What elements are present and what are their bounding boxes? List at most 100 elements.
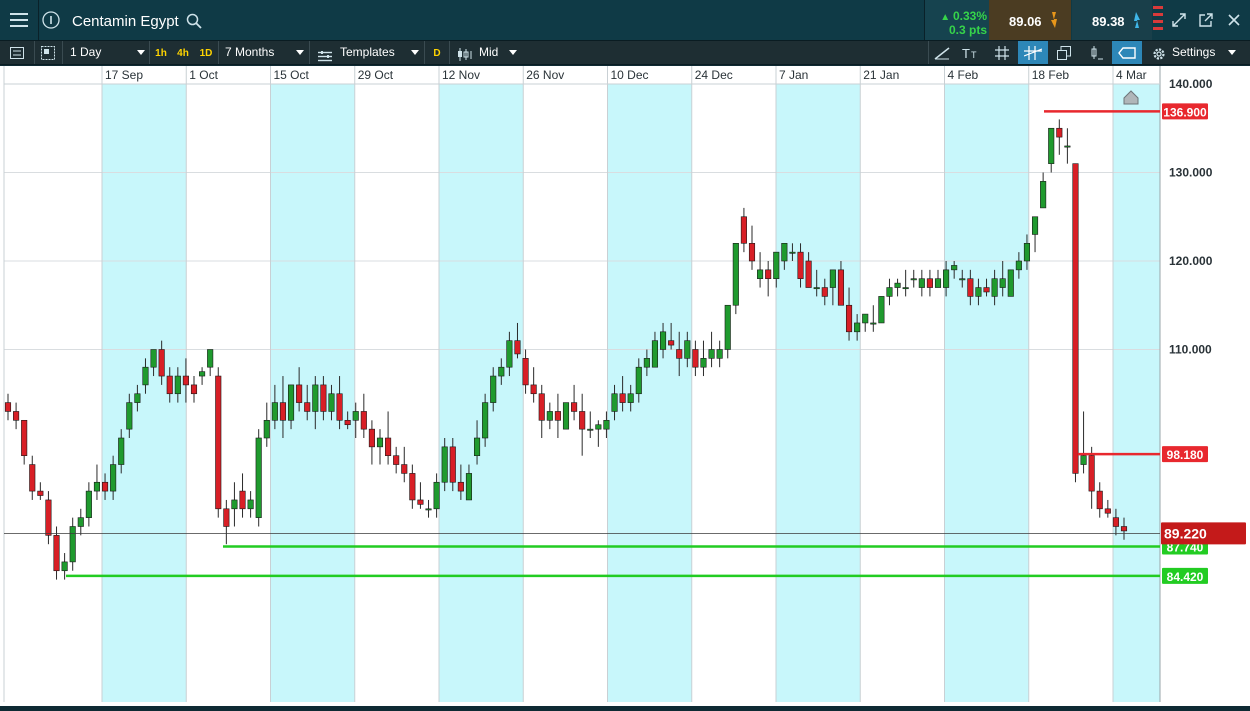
candle-body-up (134, 393, 141, 403)
week-band (1113, 84, 1160, 702)
candle (732, 243, 739, 315)
candle-body-down (797, 251, 804, 279)
text-tool-icon[interactable]: TT (956, 41, 986, 64)
candle-body-up (829, 269, 836, 288)
candle-body-up (1015, 260, 1022, 271)
range-dropdown[interactable]: 7 Months (218, 41, 308, 64)
candle-body-up (425, 508, 432, 511)
candle-body-up (247, 499, 254, 510)
interval-1d-button[interactable]: 1D (195, 41, 217, 64)
price-mode-dropdown[interactable]: Mid (449, 41, 525, 64)
candle-body-down (45, 499, 52, 536)
candle-body-up (773, 251, 780, 279)
candle-body-up (716, 349, 723, 359)
candle-body-down (530, 384, 537, 395)
trendline-icon[interactable] (928, 41, 955, 64)
x-axis-tick-label: 12 Nov (442, 68, 480, 82)
list-icon[interactable] (4, 41, 30, 64)
candle-body-down (360, 411, 367, 430)
crosshair-lines-icon[interactable] (1018, 41, 1048, 64)
indicator-icon[interactable] (1082, 41, 1110, 64)
candle-body-up (271, 402, 278, 421)
candle-body-down (4, 402, 12, 412)
interval-4h-button[interactable]: 4h (172, 41, 194, 64)
search-icon[interactable] (186, 13, 202, 34)
bottom-border (0, 706, 1250, 711)
candle-body-down (1056, 127, 1063, 138)
hamburger-menu-icon[interactable] (0, 0, 39, 40)
candle-body-up (708, 349, 715, 359)
expand-icon[interactable] (1166, 0, 1192, 40)
candle (215, 367, 222, 518)
buy-price-button[interactable]: 89.38 (1072, 0, 1152, 40)
up-triangle-icon: ▲ (940, 12, 953, 23)
candle-body-up (207, 349, 214, 368)
candle-body-up (789, 251, 796, 254)
candle-body-down (279, 402, 287, 421)
copy-icon[interactable] (1050, 41, 1078, 64)
candle-body-down (765, 269, 772, 280)
settings-label: Settings (1172, 45, 1216, 59)
close-icon[interactable] (1220, 0, 1248, 40)
chevron-down-icon (1228, 50, 1236, 55)
candle-body-down (1120, 526, 1128, 532)
candle (255, 429, 262, 527)
candle-body-down (223, 508, 230, 527)
popout-icon[interactable] (1193, 0, 1219, 40)
candle-body-up (473, 437, 481, 457)
x-axis-tick-label: 15 Oct (274, 68, 310, 82)
d-badge-label: D (433, 48, 441, 59)
candle-body-up (465, 473, 473, 501)
x-axis-tick-label: 21 Jan (863, 68, 899, 82)
candle-body-down (304, 402, 311, 412)
candle-body-up (433, 481, 440, 510)
candle-body-up (110, 464, 117, 492)
interval-1h-button[interactable]: 1h (149, 41, 172, 64)
y-axis-tick-label: 120.000 (1169, 254, 1213, 268)
x-axis-tick-label: 29 Oct (358, 68, 394, 82)
x-axis-tick-label: 18 Feb (1032, 68, 1070, 82)
settings-dropdown[interactable]: Settings (1146, 41, 1250, 64)
tag-icon[interactable] (1112, 41, 1142, 64)
sell-price-button[interactable]: 89.06 (989, 0, 1071, 40)
layout-icon[interactable] (34, 41, 61, 64)
candle-body-down (926, 278, 933, 288)
candle-body-up (142, 366, 149, 386)
candle-body-up (546, 411, 553, 421)
candle-body-down (676, 349, 683, 359)
info-circle-icon[interactable] (39, 0, 63, 40)
candle-body-up (490, 375, 497, 403)
candle-body-up (1023, 243, 1031, 262)
candle-body-up (328, 393, 335, 412)
candle-body-up (1007, 269, 1014, 297)
candle-body-down (401, 464, 408, 474)
candle-body-down (1072, 163, 1079, 474)
current-price-label: 89.220 (1164, 525, 1207, 541)
candle-body-down (182, 375, 189, 386)
interval-1d-label: 1D (199, 48, 213, 59)
svg-text:T: T (971, 50, 977, 59)
candle (562, 402, 570, 430)
price-chart[interactable]: 17 Sep 1 Oct 15 Oct 29 Oct 12 Nov 26 Nov 10 De… (0, 66, 1250, 706)
x-axis-tick-label: 4 Feb (948, 68, 979, 82)
candle-body-down (296, 384, 303, 403)
d-badge-button[interactable]: D (424, 41, 449, 64)
candle-body-up (1048, 127, 1055, 164)
grid-icon[interactable] (988, 41, 1016, 64)
candle-body-down (740, 216, 747, 244)
candle-body-up (1080, 455, 1087, 465)
candle-body-down (417, 499, 424, 505)
candle-body-up (482, 402, 489, 439)
candle-body-up (199, 371, 206, 377)
templates-dropdown[interactable]: Templates (309, 41, 423, 64)
change-percent: ▲ 0.33% (925, 9, 987, 23)
candle-body-up (231, 499, 238, 510)
candle-body-up (943, 269, 950, 288)
interval-dropdown[interactable]: 1 Day (62, 41, 148, 64)
candle-body-up (878, 296, 885, 324)
week-band (439, 84, 524, 702)
candle-body-down (385, 437, 392, 457)
candle-body-up (635, 366, 642, 395)
chevron-down-icon (411, 50, 419, 55)
candle-body-up (870, 322, 877, 325)
